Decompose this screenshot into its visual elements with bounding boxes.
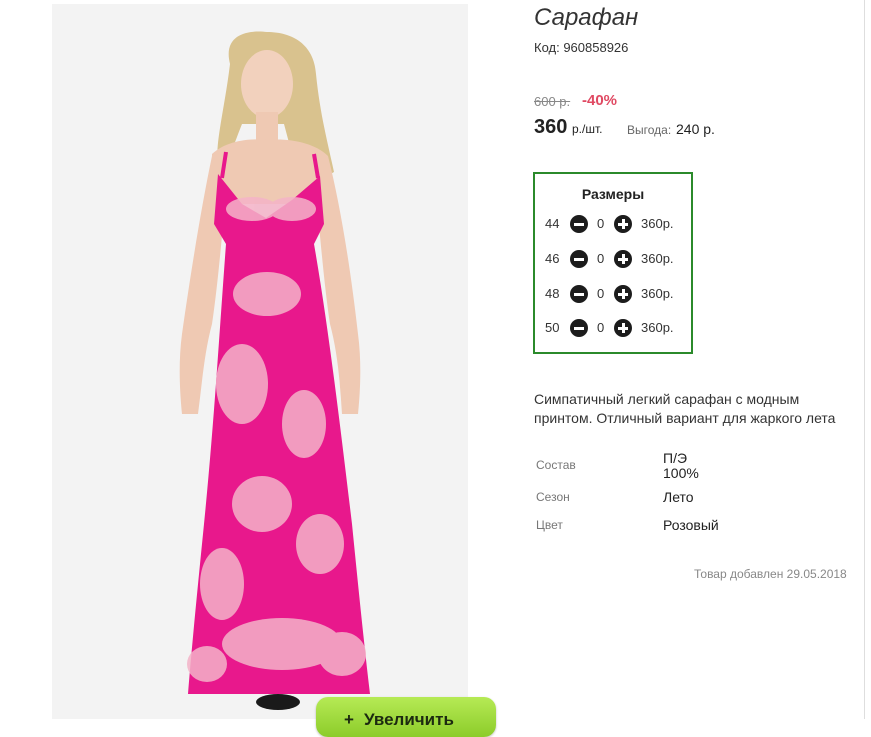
- size-label: 44: [545, 216, 560, 231]
- attribute-label-season: Сезон: [536, 490, 570, 504]
- size-quantity: 0: [597, 216, 605, 231]
- size-quantity: 0: [597, 320, 605, 335]
- decrease-quantity-icon[interactable]: [570, 285, 588, 303]
- sizes-panel: Размеры 44 0 360р. 46 0 360р. 48 0 360р.…: [533, 172, 693, 354]
- product-description: Симпатичный легкий сарафан с модным прин…: [534, 391, 836, 426]
- current-price: 360: [534, 116, 568, 138]
- decrease-quantity-icon[interactable]: [570, 250, 588, 268]
- size-quantity: 0: [597, 286, 605, 301]
- decrease-quantity-icon[interactable]: [570, 319, 588, 337]
- attribute-value-color: Розовый: [663, 517, 719, 533]
- benefit-label: Выгода:: [627, 123, 672, 137]
- size-label: 46: [545, 251, 560, 266]
- size-quantity: 0: [597, 251, 605, 266]
- size-label: 50: [545, 320, 560, 335]
- increase-quantity-icon[interactable]: [614, 319, 632, 337]
- content-divider: [864, 0, 865, 719]
- size-label: 48: [545, 286, 560, 301]
- increase-quantity-icon[interactable]: [614, 250, 632, 268]
- zoom-button[interactable]: + Увеличить: [316, 697, 496, 737]
- attribute-label-composition: Состав: [536, 458, 576, 472]
- zoom-button-label: Увеличить: [363, 710, 454, 729]
- size-price: 360р.: [641, 320, 674, 335]
- old-price: 600 р.: [534, 94, 571, 109]
- attribute-label-color: Цвет: [536, 518, 563, 532]
- size-price: 360р.: [641, 216, 674, 231]
- product-photo[interactable]: [52, 4, 468, 719]
- price-unit: р./шт.: [572, 122, 603, 136]
- product-title: Сарафан: [534, 4, 639, 31]
- increase-quantity-icon[interactable]: [614, 285, 632, 303]
- product-code: Код: 960858926: [534, 40, 629, 55]
- discount-badge: -40%: [582, 92, 618, 109]
- added-date: Товар добавлен 29.05.2018: [694, 567, 847, 581]
- size-row-44: 44 0 360р.: [545, 214, 685, 234]
- sizes-title: Размеры: [581, 186, 645, 202]
- plus-icon: +: [344, 710, 354, 729]
- size-row-46: 46 0 360р.: [545, 249, 685, 269]
- size-price: 360р.: [641, 251, 674, 266]
- attribute-value-composition: П/Э 100%: [663, 451, 699, 481]
- decrease-quantity-icon[interactable]: [570, 215, 588, 233]
- size-row-48: 48 0 360р.: [545, 284, 685, 304]
- composition-line-1: П/Э: [663, 450, 688, 466]
- increase-quantity-icon[interactable]: [614, 215, 632, 233]
- size-row-50: 50 0 360р.: [545, 318, 685, 338]
- size-price: 360р.: [641, 286, 674, 301]
- attribute-value-season: Лето: [663, 489, 694, 505]
- benefit-value: 240 р.: [676, 121, 715, 137]
- model-in-dress-image: [179, 31, 370, 710]
- composition-line-2: 100%: [663, 465, 699, 481]
